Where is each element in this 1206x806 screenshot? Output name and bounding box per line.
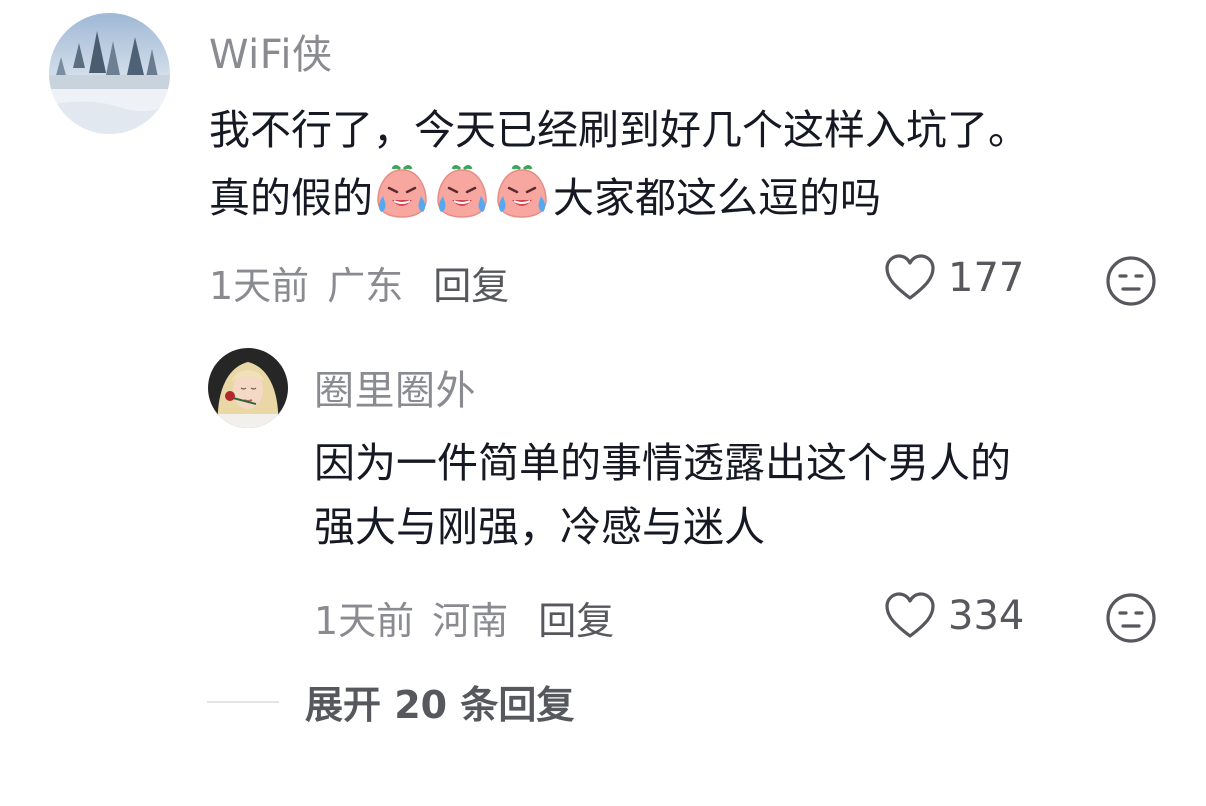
like-count: 177 <box>948 255 1025 301</box>
crying-emoji-icon <box>373 162 431 220</box>
reply-time: 1天前 <box>314 599 415 643</box>
heart-icon <box>885 592 935 638</box>
reply-button[interactable]: 回复 <box>433 264 509 308</box>
avatar[interactable] <box>49 13 170 134</box>
reply-content: 因为一件简单的事情透露出这个男人的 强大与刚强，冷感与迷人 <box>314 431 1011 559</box>
comment-time: 1天前 <box>209 264 310 308</box>
comment-text-line: 真的假的 大家都这么逗的吗 <box>209 162 1029 226</box>
reply-username[interactable]: 圈里圈外 <box>314 358 476 416</box>
reply-text-line: 因为一件简单的事情透露出这个男人的 <box>314 439 1011 487</box>
comment-meta: 1天前 广东 回复 <box>209 255 509 310</box>
crying-emoji-icon <box>433 162 491 220</box>
comment-username[interactable]: WiFi侠 <box>209 22 333 80</box>
like-count: 334 <box>948 593 1025 639</box>
emoji-group <box>373 162 553 220</box>
neutral-face-icon <box>1106 593 1156 643</box>
crying-emoji-icon <box>493 162 551 220</box>
divider-line <box>207 700 279 703</box>
snow-landscape-avatar-image <box>49 13 170 134</box>
heart-icon <box>885 254 935 300</box>
comment-location: 广东 <box>327 264 404 308</box>
reply-location: 河南 <box>432 599 509 643</box>
like-button[interactable]: 177 <box>884 253 1024 303</box>
comment-text-fragment: 真的假的 <box>209 174 373 222</box>
blonde-woman-avatar-image <box>208 348 288 428</box>
reply-meta: 1天前 河南 回复 <box>314 590 614 645</box>
expand-replies-label: 展开 20 条回复 <box>305 683 575 727</box>
avatar[interactable] <box>208 348 288 428</box>
dislike-button[interactable] <box>1105 592 1157 644</box>
reply-button[interactable]: 回复 <box>538 599 614 643</box>
comment-text-fragment: 大家都这么逗的吗 <box>553 174 881 222</box>
comment-text-line: 我不行了，今天已经刷到好几个这样入坑了。 <box>209 106 1029 154</box>
like-button[interactable]: 334 <box>884 591 1024 641</box>
neutral-face-icon <box>1106 256 1156 306</box>
expand-replies-button[interactable]: 展开 20 条回复 <box>207 674 574 729</box>
dislike-button[interactable] <box>1105 255 1157 307</box>
reply-text-line: 强大与刚强，冷感与迷人 <box>314 503 765 551</box>
comment-content: 我不行了，今天已经刷到好几个这样入坑了。 真的假的 大家都这么逗的吗 <box>209 98 1029 226</box>
